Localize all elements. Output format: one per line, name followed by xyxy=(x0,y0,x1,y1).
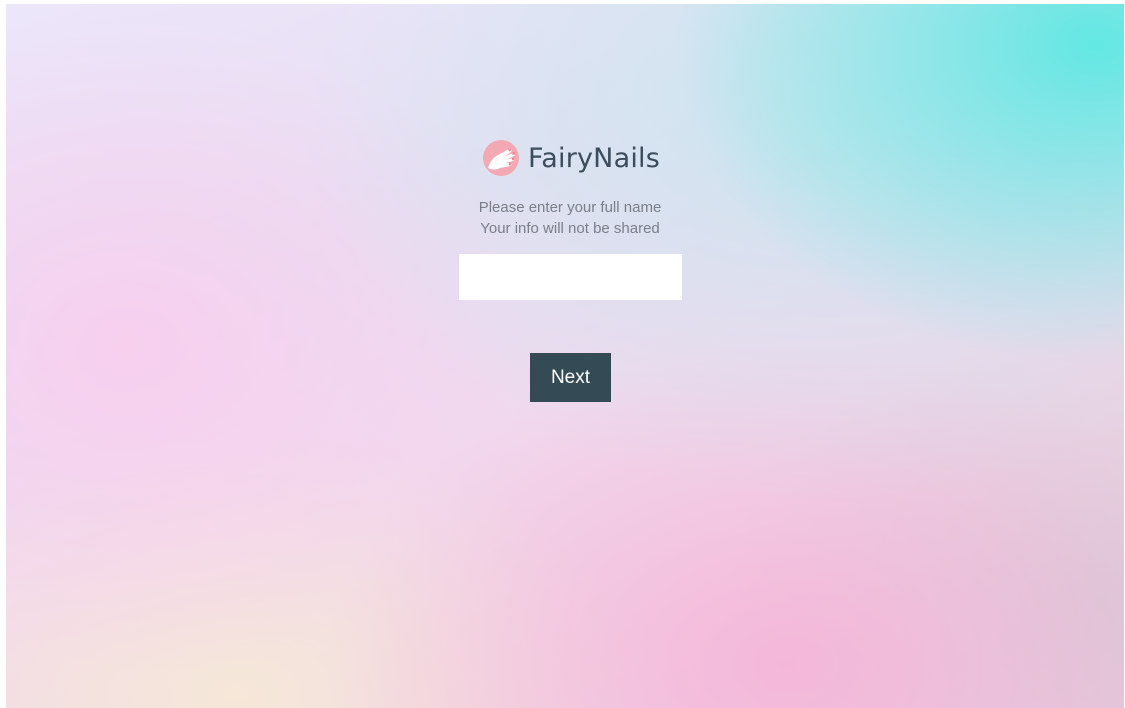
signup-name-step: FairyNails Please enter your full name Y… xyxy=(6,4,1124,708)
brand-header: FairyNails xyxy=(480,135,660,181)
page-background: FairyNails Please enter your full name Y… xyxy=(6,4,1124,708)
brand-name: FairyNails xyxy=(528,142,660,174)
painted-nails-hand-icon xyxy=(480,137,522,179)
full-name-input[interactable] xyxy=(459,254,682,300)
instruction-text: Please enter your full name xyxy=(478,199,662,216)
privacy-note: Your info will not be shared xyxy=(480,220,660,237)
next-button[interactable]: Next xyxy=(530,353,611,402)
